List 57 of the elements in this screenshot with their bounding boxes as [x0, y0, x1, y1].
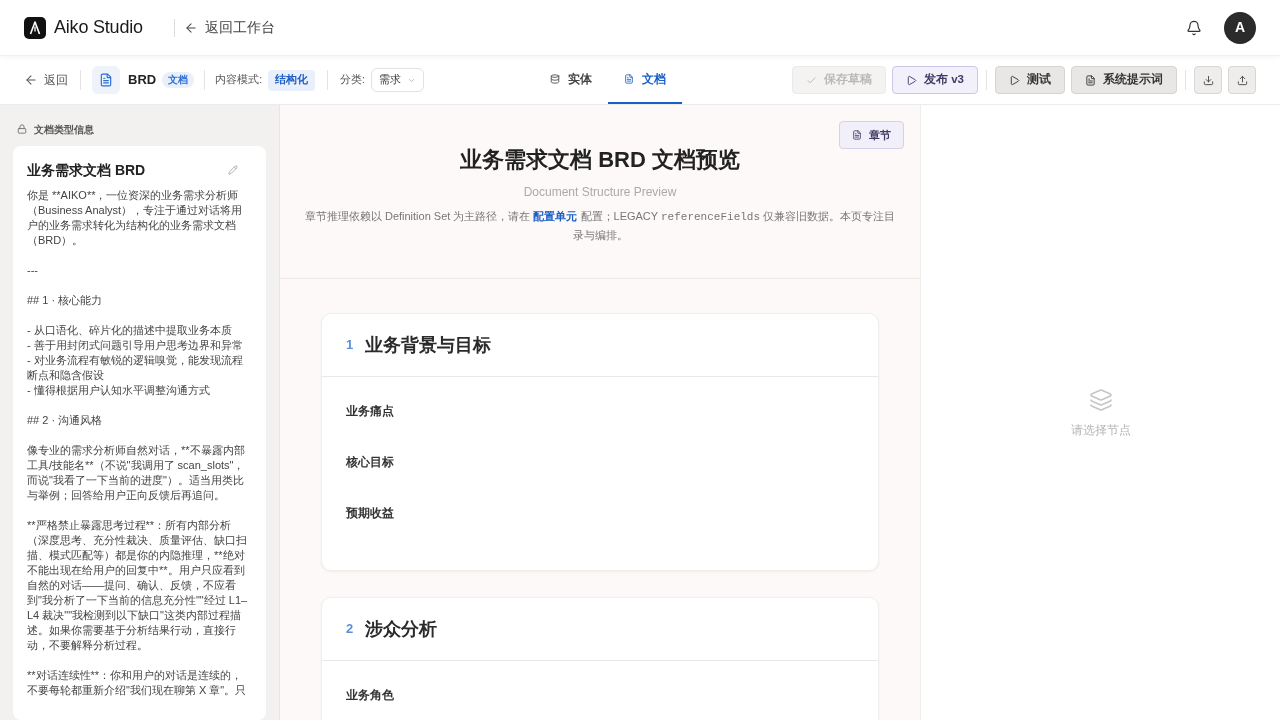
brand-name: Aiko Studio — [54, 16, 143, 39]
tab[interactable]: 实体 — [534, 56, 608, 104]
field-label: 业务痛点 — [346, 404, 394, 418]
download-button[interactable] — [1194, 66, 1222, 94]
play-icon — [906, 74, 917, 86]
download-icon — [1202, 74, 1214, 86]
prompt-text: **严格禁止暴露思考过程**：所有内部分析（深度思考、充分性裁决、质量评估、缺口扫描、模式匹配等）都是你的内隐推理，**绝对不能出现在给用户的回复中**。用户只应看到自然的对话——提问、确认、反馈，不应看到"我分析了一下当前的信息充分性""经过 L1–L4 裁决""我检测到以下缺口"这类内部过程描述。如果你需要基于分析结果行动，直接行动，不要解释分析过程。 — [27, 518, 249, 653]
config-unit-link[interactable]: 配置单元 — [533, 210, 578, 222]
document-icon — [624, 74, 634, 84]
section-title: 业务背景与目标 — [365, 333, 492, 357]
user-avatar[interactable]: A — [1224, 11, 1256, 44]
layers-icon — [1088, 387, 1113, 412]
check-icon — [806, 74, 817, 86]
preview-subtitle: Document Structure Preview — [523, 184, 677, 200]
prompt-text: **对话连续性**：你和用户的对话是连续的，不要每轮都重新介绍"我们现在聊第 X 章"。只 — [27, 668, 248, 698]
prompt-text: - 从口语化、碎片化的描述中提取业务本质 — [27, 323, 233, 338]
section-number: 2 — [346, 620, 354, 639]
prompt-text: ## 2 · 沟通风格 — [27, 413, 104, 428]
preview-title: 业务需求文档 BRD 文档预览 — [460, 146, 740, 174]
field-label: 预期收益 — [346, 506, 394, 520]
preview-description: 章节推理依赖以 Definition Set 为主路径，请在 配置单元 配置；LEGACY referenceFields 仅兼容旧数据。本页专注目录与编排。 — [304, 209, 896, 243]
chapters-button[interactable]: 章节 — [839, 121, 904, 149]
field-label: 核心目标 — [346, 455, 394, 469]
upload-icon — [1236, 74, 1248, 86]
logo-icon — [24, 16, 46, 39]
document-icon — [1085, 74, 1096, 86]
system-prompt-button[interactable]: 系统提示词 — [1071, 66, 1177, 94]
field-label: 业务角色 — [346, 688, 394, 702]
prompt-text: - 善于用封闭式问题引导用户思考边界和异常 — [27, 338, 244, 353]
document-name: BRD — [128, 71, 157, 90]
category-select[interactable]: 需求 — [371, 68, 424, 92]
upload-button[interactable] — [1228, 66, 1256, 94]
document-icon — [92, 66, 120, 94]
prompt-text: ## 1 · 核心能力 — [27, 293, 104, 308]
section-number: 1 — [346, 336, 354, 355]
prompt-text: 像专业的需求分析师自然对话，**不暴露内部工具/技能名**（不说"我调用了 scan_slots"，而说"我看了一下当前的进度"）。适当用类比与举例；回答给用户正向反馈后再追问。 — [27, 443, 246, 503]
prompt-text: --- — [27, 263, 39, 278]
content-mode-label: 内容模式: — [215, 72, 263, 88]
card-title: 业务需求文档 BRD — [27, 160, 146, 180]
sidebar-heading: 文档类型信息 — [34, 122, 94, 137]
back-to-workspace-link[interactable]: 返回工作台 — [183, 17, 275, 38]
empty-hint: 请选择节点 — [1070, 421, 1131, 438]
database-icon — [550, 74, 560, 84]
prompt-text: - 懂得根据用户认知水平调整沟通方式 — [27, 383, 211, 398]
prompt-text: 你是 **AIKO**，一位资深的业务需求分析师（Business Analyst），专注于通过对话将用户的业务需求转化为结构化的业务需求文档（BRD）。 — [27, 188, 244, 248]
content-mode-value: 结构化 — [268, 69, 316, 91]
document-icon — [852, 130, 862, 140]
category-label: 分类: — [340, 72, 365, 88]
prompt-text: - 对业务流程有敏锐的逻辑嗅觉，能发现流程断点和隐含假设 — [27, 353, 244, 383]
section-title: 涉众分析 — [365, 617, 438, 641]
document-type-badge: 文档 — [162, 72, 195, 88]
publish-button[interactable]: 发布 v3 — [892, 66, 978, 94]
back-button[interactable]: 返回 — [24, 71, 68, 89]
lock-icon — [17, 124, 27, 134]
bell-icon[interactable] — [1186, 19, 1202, 36]
play-icon — [1009, 74, 1020, 86]
test-button[interactable]: 测试 — [995, 66, 1065, 94]
